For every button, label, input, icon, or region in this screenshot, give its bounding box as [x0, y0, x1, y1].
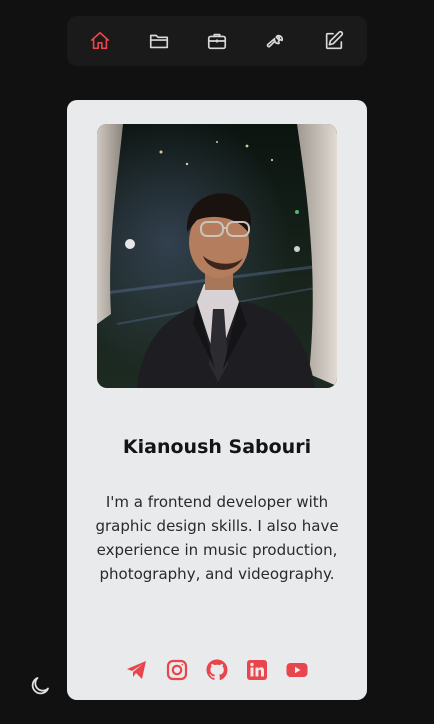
youtube-link[interactable] — [285, 658, 309, 682]
folder-icon — [149, 34, 168, 49]
telegram-link[interactable] — [125, 658, 149, 682]
profile-photo — [97, 124, 337, 388]
nav-home-button[interactable] — [78, 19, 122, 63]
linkedin-icon — [247, 660, 267, 680]
nav-experience-button[interactable] — [195, 19, 239, 63]
github-icon — [206, 659, 228, 681]
profile-card: Kianoush Sabouri I'm a frontend develope… — [67, 100, 367, 700]
moon-icon — [31, 677, 49, 695]
youtube-icon — [286, 663, 308, 677]
top-nav — [67, 16, 367, 66]
social-links — [67, 658, 367, 684]
instagram-link[interactable] — [165, 658, 189, 682]
nav-blog-button[interactable] — [312, 19, 356, 63]
briefcase-icon — [207, 33, 227, 50]
github-link[interactable] — [205, 658, 229, 682]
instagram-icon — [166, 659, 188, 681]
nav-skills-button[interactable] — [253, 19, 297, 63]
nav-projects-button[interactable] — [137, 19, 181, 63]
theme-toggle-button[interactable] — [26, 672, 54, 700]
home-icon — [91, 31, 110, 50]
edit-icon — [325, 30, 343, 50]
wrench-icon — [267, 34, 284, 48]
profile-name: Kianoush Sabouri — [122, 436, 312, 458]
linkedin-link[interactable] — [245, 658, 269, 682]
profile-bio: I'm a frontend developer with graphic de… — [95, 493, 339, 583]
telegram-icon — [127, 661, 146, 679]
